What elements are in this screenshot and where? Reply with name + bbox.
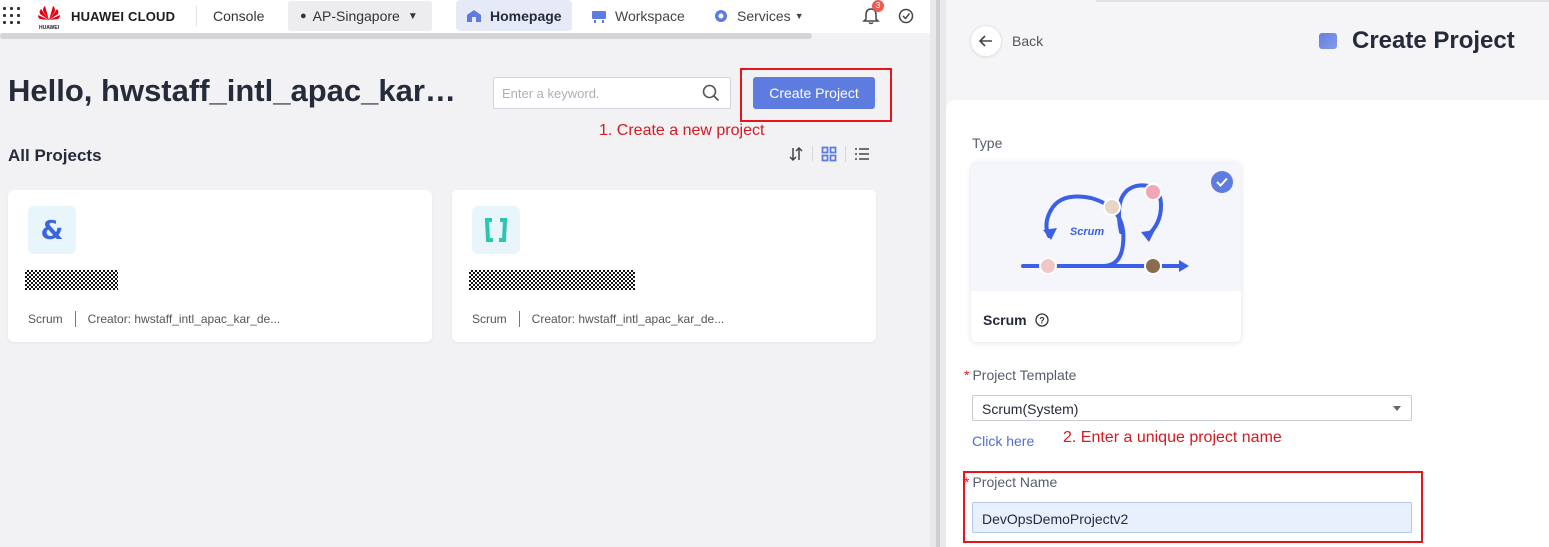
type-option-text: Scrum bbox=[983, 312, 1027, 328]
list-view-icon[interactable] bbox=[854, 146, 870, 162]
create-project-page: Back Create Project Type Scrum Scrum ? *… bbox=[946, 0, 1549, 547]
screen: HUAWEI HUAWEI CLOUD Console ● AP-Singapo… bbox=[0, 0, 1549, 547]
project-template-value: Scrum(System) bbox=[982, 401, 1079, 417]
tab-workspace[interactable]: Workspace bbox=[591, 0, 685, 31]
greeting-heading: Hello, hwstaff_intl_apac_kar… bbox=[8, 73, 456, 108]
back-button[interactable] bbox=[970, 25, 1002, 57]
console-link[interactable]: Console bbox=[213, 8, 264, 24]
tab-homepage-label: Homepage bbox=[490, 7, 562, 24]
scrum-illustration: Scrum bbox=[971, 162, 1241, 291]
project-name-redacted bbox=[469, 270, 635, 290]
tab-homepage[interactable]: Homepage bbox=[456, 0, 572, 31]
caret-down-icon: ▼ bbox=[794, 10, 804, 21]
project-template-label: * Project Template bbox=[964, 367, 1076, 383]
project-icon bbox=[1319, 33, 1337, 49]
workspace-icon bbox=[592, 10, 606, 23]
annotation-step-2: 2. Enter a unique project name bbox=[1063, 429, 1282, 446]
project-type: Scrum bbox=[28, 312, 63, 326]
region-label: AP-Singapore bbox=[312, 8, 400, 24]
divider bbox=[845, 146, 846, 162]
help-icon[interactable]: ? bbox=[1034, 313, 1049, 327]
project-template-label-text: Project Template bbox=[972, 367, 1077, 383]
project-type: Scrum bbox=[472, 312, 507, 326]
region-selector[interactable]: ● AP-Singapore ▼ bbox=[288, 1, 432, 31]
ampersand-icon: & bbox=[28, 206, 76, 254]
type-option-label: Scrum ? bbox=[983, 312, 1049, 328]
huawei-logo[interactable]: HUAWEI bbox=[34, 3, 64, 31]
home-icon bbox=[467, 9, 481, 22]
project-template-select[interactable]: Scrum(System) bbox=[972, 395, 1412, 421]
create-project-form: Type Scrum Scrum ? * Project Template Sc… bbox=[946, 100, 1549, 547]
search-input[interactable]: Enter a keyword. bbox=[493, 77, 731, 109]
notification-count-badge: 3 bbox=[872, 0, 884, 12]
type-option-scrum[interactable]: Scrum Scrum ? bbox=[971, 162, 1241, 342]
required-mark: * bbox=[964, 367, 970, 383]
selected-check-icon bbox=[1211, 171, 1233, 193]
task-check-icon[interactable] bbox=[898, 8, 914, 24]
caret-down-icon bbox=[1393, 406, 1401, 411]
projects-page: HUAWEI HUAWEI CLOUD Console ● AP-Singapo… bbox=[0, 0, 930, 547]
brackets-icon bbox=[472, 206, 520, 254]
project-meta: Scrum Creator: hwstaff_intl_apac_kar_de.… bbox=[28, 311, 280, 327]
type-label: Type bbox=[972, 135, 1003, 151]
project-creator: Creator: hwstaff_intl_apac_kar_de... bbox=[531, 312, 725, 326]
project-meta: Scrum Creator: hwstaff_intl_apac_kar_de.… bbox=[472, 311, 724, 327]
tab-workspace-label: Workspace bbox=[615, 7, 685, 24]
project-card[interactable]: Scrum Creator: hwstaff_intl_apac_kar_de.… bbox=[452, 190, 876, 342]
svg-text:HUAWEI: HUAWEI bbox=[39, 25, 60, 31]
project-name-value: DevOpsDemoProjectv2 bbox=[982, 511, 1129, 527]
project-name-redacted bbox=[25, 270, 118, 290]
svg-text:&: & bbox=[41, 216, 64, 245]
page-header: Back Create Project bbox=[946, 0, 1549, 100]
divider bbox=[812, 146, 813, 162]
annotation-highlight-box bbox=[740, 68, 892, 122]
page-title: Create Project bbox=[1352, 27, 1515, 54]
search-placeholder: Enter a keyword. bbox=[502, 86, 600, 101]
sort-icon[interactable] bbox=[788, 146, 804, 162]
click-here-link[interactable]: Click here bbox=[972, 433, 1034, 449]
location-pin-icon: ● bbox=[300, 10, 307, 22]
top-navigation-bar: HUAWEI HUAWEI CLOUD Console ● AP-Singapo… bbox=[0, 0, 930, 39]
horizontal-scrollbar[interactable] bbox=[0, 33, 812, 39]
required-mark: * bbox=[964, 474, 970, 490]
project-card[interactable]: & Scrum Creator: hwstaff_intl_apac_kar_d… bbox=[8, 190, 432, 342]
view-toolbar bbox=[780, 146, 878, 162]
arrow-left-icon bbox=[978, 35, 992, 47]
app-grid-icon[interactable] bbox=[3, 7, 21, 25]
services-icon bbox=[715, 9, 727, 22]
divider bbox=[196, 6, 197, 26]
tab-services[interactable]: Services ▼ bbox=[713, 0, 804, 31]
split-divider[interactable] bbox=[930, 0, 946, 547]
project-name-label: * Project Name bbox=[964, 474, 1057, 490]
caret-down-icon: ▼ bbox=[407, 10, 418, 22]
back-label[interactable]: Back bbox=[1012, 33, 1043, 49]
brand-name: HUAWEI CLOUD bbox=[71, 9, 176, 24]
annotation-step-1: 1. Create a new project bbox=[599, 122, 765, 139]
all-projects-heading: All Projects bbox=[8, 146, 102, 165]
grid-view-icon[interactable] bbox=[821, 146, 837, 162]
project-name-input[interactable]: DevOpsDemoProjectv2 bbox=[972, 502, 1412, 533]
project-name-label-text: Project Name bbox=[972, 474, 1058, 490]
project-creator: Creator: hwstaff_intl_apac_kar_de... bbox=[87, 312, 281, 326]
svg-text:Scrum: Scrum bbox=[1070, 226, 1104, 238]
tab-services-label: Services bbox=[737, 7, 791, 24]
svg-text:?: ? bbox=[1039, 316, 1045, 326]
search-icon[interactable] bbox=[702, 84, 720, 102]
